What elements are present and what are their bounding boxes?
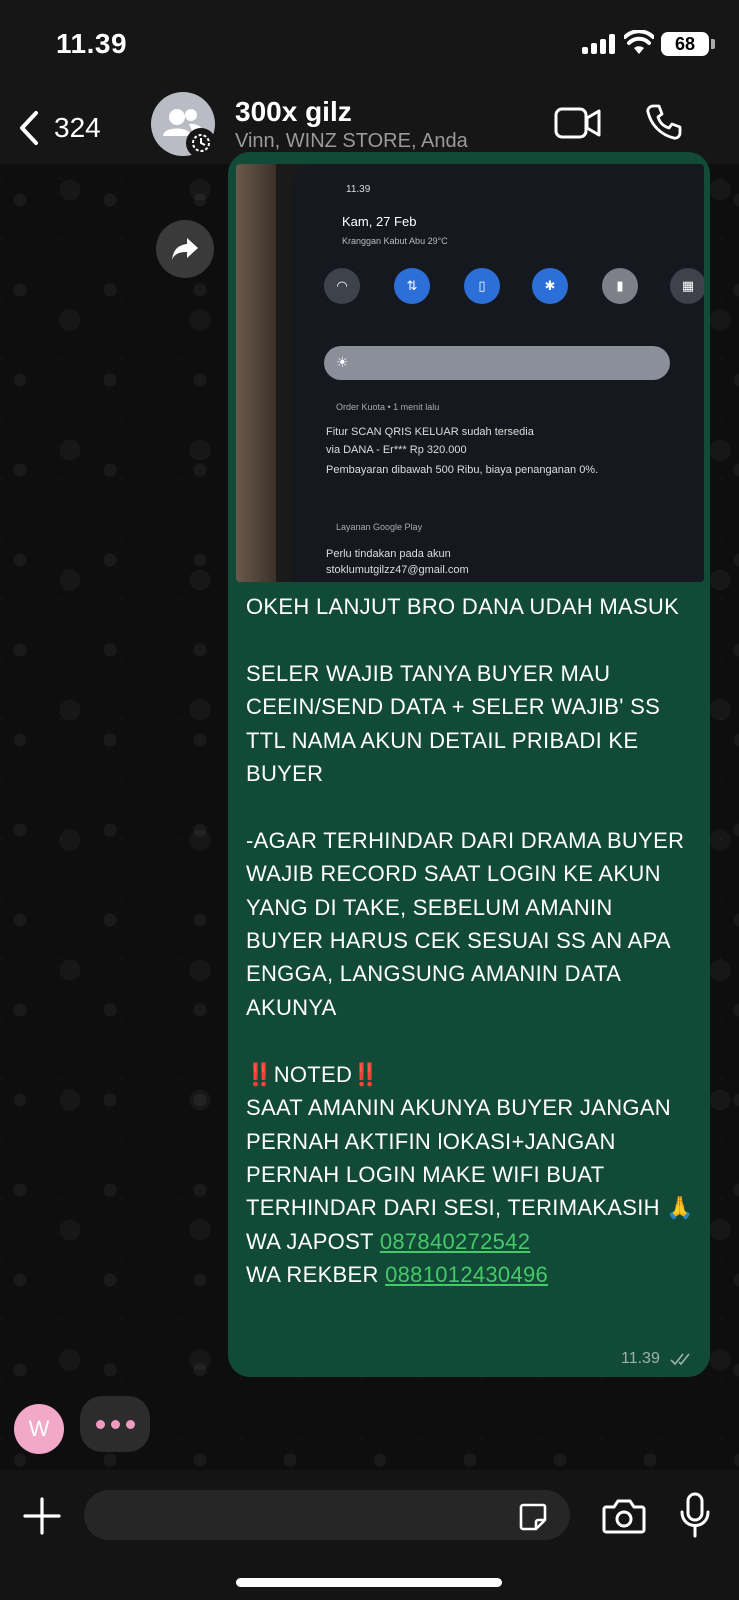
read-receipt-icon — [670, 1353, 690, 1366]
sticker-icon[interactable] — [518, 1502, 548, 1532]
message-text: OKEH LANJUT BRO DANA UDAH MASUK SELER WA… — [246, 590, 696, 1292]
grid-tile-icon: ▦ — [670, 268, 704, 304]
notif-line-2: via DANA - Er*** Rp 320.000 — [326, 444, 467, 456]
notif2-line-1: Perlu tindakan pada akun — [326, 548, 451, 560]
data-tile-icon: ⇅ — [394, 268, 430, 304]
chat-members[interactable]: Vinn, WINZ STORE, Anda — [235, 130, 468, 153]
status-bar: 11.39 68 — [0, 0, 739, 92]
battery-level: 68 — [674, 34, 696, 54]
flashlight-tile-icon: ▮ — [602, 268, 638, 304]
community-badge-icon — [186, 128, 216, 158]
notif-line-3: Pembayaran dibawah 500 Ribu, biaya penan… — [326, 464, 599, 476]
brightness-slider — [324, 346, 670, 380]
camera-icon[interactable] — [602, 1498, 646, 1534]
home-indicator[interactable] — [236, 1578, 502, 1587]
rekber-phone-link[interactable]: 0881012430496 — [385, 1262, 548, 1287]
japost-label: WA JAPOST — [246, 1228, 380, 1254]
plus-icon[interactable] — [20, 1494, 64, 1538]
typing-dot — [125, 1419, 135, 1429]
status-time: 11.39 — [56, 28, 128, 59]
photo-date: Kam, 27 Feb — [342, 214, 417, 229]
cellular-signal-icon — [582, 34, 616, 54]
message-body: OKEH LANJUT BRO DANA UDAH MASUK SELER WA… — [246, 594, 694, 1221]
notif-line-1: Fitur SCAN QRIS KELUAR sudah tersedia — [326, 426, 534, 438]
message-photo[interactable]: 11.39 Kam, 27 Feb Kranggan Kabut Abu 29°… — [236, 164, 704, 582]
forward-button[interactable] — [156, 220, 214, 278]
message-timestamp: 11.39 — [621, 1350, 660, 1367]
battery-icon: 68 — [661, 32, 709, 56]
sun-icon: ☀ — [336, 354, 349, 370]
typing-dot — [95, 1419, 105, 1429]
composer-bar — [0, 1470, 739, 1600]
battery-nub — [711, 39, 715, 49]
wifi-tile-icon: ◠ — [324, 268, 360, 304]
chat-title[interactable]: 300x gilz — [235, 96, 352, 128]
voice-call-icon[interactable] — [644, 102, 684, 142]
notif2-line-2: stoklumutgilzz47@gmail.com — [326, 564, 469, 576]
notif-app: Order Kuota • 1 menit lalu — [336, 402, 440, 412]
message-input[interactable] — [84, 1490, 484, 1540]
photo-time: 11.39 — [346, 184, 371, 195]
wifi-icon — [624, 30, 654, 54]
typing-dot — [110, 1419, 120, 1429]
back-button[interactable]: 324 — [18, 106, 101, 150]
japost-phone-link[interactable]: 087840272542 — [380, 1229, 530, 1254]
microphone-icon[interactable] — [678, 1492, 712, 1538]
forward-arrow-icon — [172, 238, 198, 260]
unread-count: 324 — [54, 112, 101, 143]
notif2-app: Layanan Google Play — [336, 522, 423, 532]
vibrate-tile-icon: ▯ — [464, 268, 500, 304]
typing-user-avatar[interactable]: W — [14, 1404, 64, 1454]
rekber-label: WA REKBER — [246, 1262, 386, 1288]
video-call-icon[interactable] — [554, 106, 602, 140]
chevron-left-icon — [20, 111, 38, 145]
message-input-container[interactable] — [84, 1490, 570, 1540]
typing-indicator — [80, 1396, 150, 1452]
photo-background — [236, 164, 276, 582]
bluetooth-tile-icon: ✱ — [532, 268, 568, 304]
photo-location: Kranggan Kabut Abu 29°C — [342, 236, 448, 246]
phone-screenshot: 11.39 Kam, 27 Feb Kranggan Kabut Abu 29°… — [292, 164, 704, 582]
